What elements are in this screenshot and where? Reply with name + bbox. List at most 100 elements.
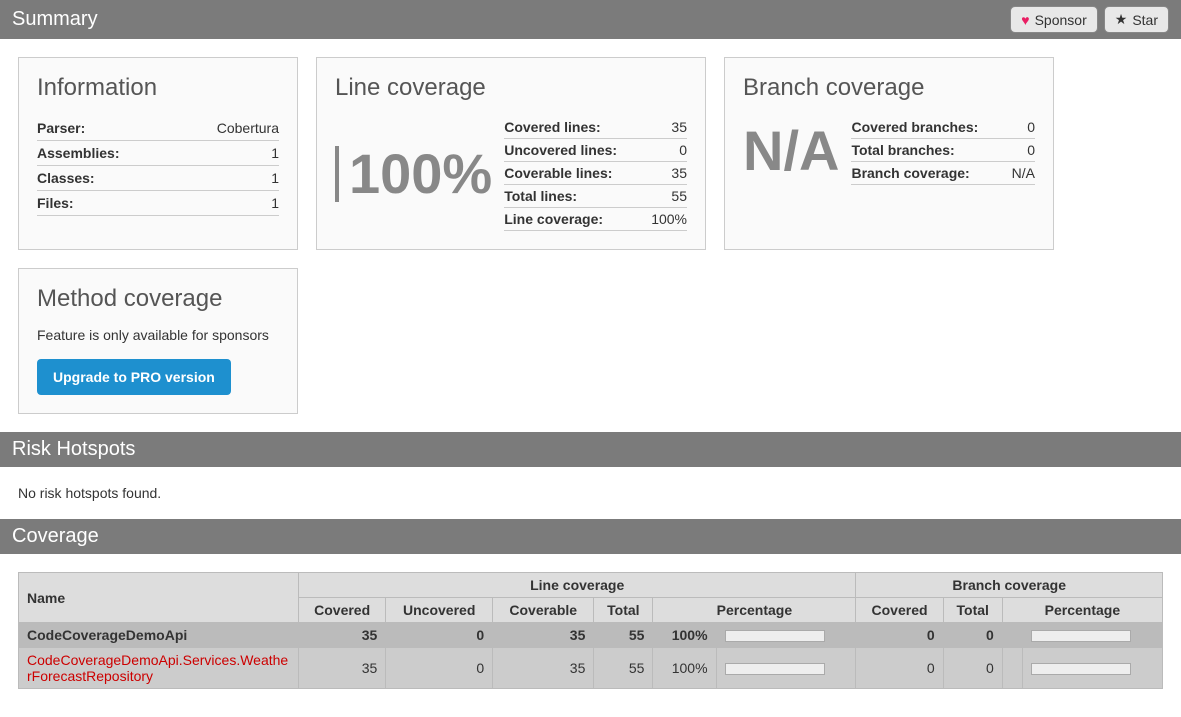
page-title: Summary xyxy=(12,8,98,31)
stat-label: Total lines: xyxy=(504,185,643,208)
method-coverage-card: Method coverage Feature is only availabl… xyxy=(18,268,298,414)
cell-uncovered: 0 xyxy=(386,623,493,648)
assembly-name: CodeCoverageDemoApi xyxy=(19,623,299,648)
assembly-row: CodeCoverageDemoApi3503555100%00 xyxy=(19,623,1163,648)
col-b-total[interactable]: Total xyxy=(943,598,1002,623)
cards-row-2: Method coverage Feature is only availabl… xyxy=(0,268,1181,432)
cell-b-covered: 0 xyxy=(856,623,943,648)
cell-covered: 35 xyxy=(299,648,386,689)
cell-b-pct-bar xyxy=(1023,648,1163,689)
cell-b-pct xyxy=(1002,648,1022,689)
stat-label: Covered lines: xyxy=(504,116,643,139)
sponsor-button[interactable]: ♥ Sponsor xyxy=(1010,6,1097,33)
method-coverage-title: Method coverage xyxy=(37,285,279,313)
coverage-table: Name Line coverage Branch coverage Cover… xyxy=(18,572,1163,689)
info-value: Cobertura xyxy=(175,116,279,141)
line-coverage-card: Line coverage 100% Covered lines:35Uncov… xyxy=(316,57,706,250)
cell-b-total: 0 xyxy=(943,648,1002,689)
info-value: 1 xyxy=(175,166,279,191)
cell-b-pct-bar xyxy=(1023,623,1163,648)
stat-label: Total branches: xyxy=(851,139,1006,162)
class-link[interactable]: CodeCoverageDemoApi.Services.WeatherFore… xyxy=(27,652,288,684)
branch-stat-row: Total branches:0 xyxy=(851,139,1035,162)
stat-value: 55 xyxy=(643,185,687,208)
stat-value: 35 xyxy=(643,116,687,139)
stat-value: 35 xyxy=(643,162,687,185)
coverage-table-wrap: Name Line coverage Branch coverage Cover… xyxy=(0,554,1181,707)
group-branch-coverage: Branch coverage xyxy=(856,573,1163,598)
stat-value: N/A xyxy=(1006,162,1035,185)
info-row: Files:1 xyxy=(37,191,279,216)
heart-icon: ♥ xyxy=(1021,12,1029,28)
cell-b-pct xyxy=(1002,623,1022,648)
header-buttons: ♥ Sponsor ★ Star xyxy=(1010,6,1169,33)
cell-pct: 100% xyxy=(653,623,716,648)
stat-label: Branch coverage: xyxy=(851,162,1006,185)
line-stat-row: Uncovered lines:0 xyxy=(504,139,687,162)
cards-row-1: Information Parser:CoberturaAssemblies:1… xyxy=(0,39,1181,268)
col-coverable[interactable]: Coverable xyxy=(493,598,594,623)
branch-coverage-card: Branch coverage N/A Covered branches:0To… xyxy=(724,57,1054,250)
sponsor-text: Feature is only available for sponsors xyxy=(37,327,279,343)
info-value: 1 xyxy=(175,191,279,216)
coverage-header: Coverage xyxy=(0,519,1181,554)
risk-hotspots-body: No risk hotspots found. xyxy=(0,467,1181,519)
line-coverage-big: 100% xyxy=(335,146,492,202)
cell-pct-bar xyxy=(716,623,856,648)
col-covered[interactable]: Covered xyxy=(299,598,386,623)
info-label: Parser: xyxy=(37,116,175,141)
information-card: Information Parser:CoberturaAssemblies:1… xyxy=(18,57,298,250)
cell-coverable: 35 xyxy=(493,623,594,648)
col-b-covered[interactable]: Covered xyxy=(856,598,943,623)
star-icon: ★ xyxy=(1115,11,1128,28)
info-row: Assemblies:1 xyxy=(37,141,279,166)
col-name[interactable]: Name xyxy=(19,573,299,623)
info-row: Classes:1 xyxy=(37,166,279,191)
stat-value: 0 xyxy=(643,139,687,162)
group-line-coverage: Line coverage xyxy=(299,573,856,598)
info-label: Files: xyxy=(37,191,175,216)
col-b-percentage[interactable]: Percentage xyxy=(1002,598,1162,623)
branch-stat-row: Branch coverage:N/A xyxy=(851,162,1035,185)
cell-total: 55 xyxy=(594,648,653,689)
col-total[interactable]: Total xyxy=(594,598,653,623)
branch-coverage-big: N/A xyxy=(743,123,839,179)
cell-b-total: 0 xyxy=(943,623,1002,648)
line-stat-row: Line coverage:100% xyxy=(504,208,687,231)
cell-total: 55 xyxy=(594,623,653,648)
stat-label: Uncovered lines: xyxy=(504,139,643,162)
stat-value: 100% xyxy=(643,208,687,231)
branch-coverage-stats: Covered branches:0Total branches:0Branch… xyxy=(851,116,1035,185)
summary-header: Summary ♥ Sponsor ★ Star xyxy=(0,0,1181,39)
star-label: Star xyxy=(1132,12,1158,28)
cell-uncovered: 0 xyxy=(386,648,493,689)
stat-label: Coverable lines: xyxy=(504,162,643,185)
stat-value: 0 xyxy=(1006,139,1035,162)
info-label: Assemblies: xyxy=(37,141,175,166)
branch-coverage-title: Branch coverage xyxy=(743,74,1035,102)
info-value: 1 xyxy=(175,141,279,166)
col-percentage[interactable]: Percentage xyxy=(653,598,856,623)
branch-stat-row: Covered branches:0 xyxy=(851,116,1035,139)
upgrade-button[interactable]: Upgrade to PRO version xyxy=(37,359,231,395)
stat-label: Covered branches: xyxy=(851,116,1006,139)
line-coverage-stats: Covered lines:35Uncovered lines:0Coverab… xyxy=(504,116,687,231)
line-stat-row: Covered lines:35 xyxy=(504,116,687,139)
class-row: CodeCoverageDemoApi.Services.WeatherFore… xyxy=(19,648,1163,689)
line-stat-row: Coverable lines:35 xyxy=(504,162,687,185)
cell-covered: 35 xyxy=(299,623,386,648)
col-uncovered[interactable]: Uncovered xyxy=(386,598,493,623)
cell-pct: 100% xyxy=(653,648,716,689)
line-coverage-title: Line coverage xyxy=(335,74,687,102)
info-row: Parser:Cobertura xyxy=(37,116,279,141)
information-table: Parser:CoberturaAssemblies:1Classes:1Fil… xyxy=(37,116,279,216)
risk-hotspots-message: No risk hotspots found. xyxy=(18,485,161,501)
risk-hotspots-header: Risk Hotspots xyxy=(0,432,1181,467)
star-button[interactable]: ★ Star xyxy=(1104,6,1169,33)
information-title: Information xyxy=(37,74,279,102)
cell-coverable: 35 xyxy=(493,648,594,689)
stat-value: 0 xyxy=(1006,116,1035,139)
info-label: Classes: xyxy=(37,166,175,191)
cell-b-covered: 0 xyxy=(856,648,943,689)
line-stat-row: Total lines:55 xyxy=(504,185,687,208)
